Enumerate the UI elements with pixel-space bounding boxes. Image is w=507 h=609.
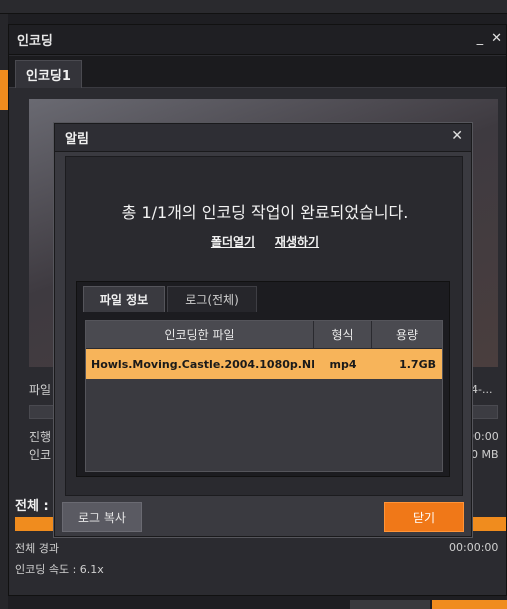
tab-log-all[interactable]: 로그(전체) <box>167 286 257 312</box>
window-controls: _ ✕ <box>477 31 502 46</box>
dialog-content: 총 1/1개의 인코딩 작업이 완료되었습니다. 폴더열기 재생하기 파일 정보… <box>65 156 463 496</box>
info-tabs: 파일 정보 로그(전체) <box>77 282 449 312</box>
dialog-links: 폴더열기 재생하기 <box>66 233 464 250</box>
dialog-titlebar: 알림 <box>55 124 471 152</box>
encoding-speed: 인코딩 속도 : 6.1x <box>15 563 104 576</box>
tab-encoding1[interactable]: 인코딩1 <box>15 60 82 88</box>
encoding-tabbar: 인코딩1 <box>9 56 506 88</box>
table-header: 인코딩한 파일 형식 용량 <box>86 321 442 349</box>
column-header-format[interactable]: 형식 <box>314 321 372 348</box>
close-icon[interactable]: ✕ <box>451 128 463 144</box>
table-row[interactable]: Howls.Moving.Castle.2004.1080p.NF.W... m… <box>86 349 442 379</box>
copy-log-button[interactable]: 로그 복사 <box>62 502 142 532</box>
progress-label: 진행 <box>29 430 52 444</box>
close-button[interactable]: 닫기 <box>384 502 464 532</box>
elapsed-label: 전체 경과 <box>15 542 59 555</box>
background-app-primary-button[interactable] <box>432 600 507 609</box>
file-name-value: 4-... <box>471 383 493 396</box>
background-app-accent <box>0 70 8 110</box>
open-folder-link[interactable]: 폴더열기 <box>211 235 255 249</box>
play-link[interactable]: 재생하기 <box>275 235 319 249</box>
file-label: 파일 <box>29 383 52 397</box>
window-close-icon[interactable]: ✕ <box>491 31 502 46</box>
column-header-size[interactable]: 용량 <box>372 321 442 348</box>
file-info-panel: 파일 정보 로그(전체) 인코딩한 파일 형식 용량 Howls.Moving.… <box>76 281 450 477</box>
background-app-button[interactable] <box>350 600 430 609</box>
size-value: 0 MB <box>471 448 499 461</box>
encoding-window-title: 인코딩 <box>17 34 53 49</box>
background-app-sidebar <box>0 14 8 609</box>
cell-format: mp4 <box>329 357 357 371</box>
tab-file-info[interactable]: 파일 정보 <box>83 286 165 312</box>
dialog-title: 알림 <box>65 132 89 147</box>
notice-dialog: 알림 ✕ 총 1/1개의 인코딩 작업이 완료되었습니다. 폴더열기 재생하기 … <box>54 123 472 537</box>
total-label: 전체 : <box>15 499 49 514</box>
column-header-file[interactable]: 인코딩한 파일 <box>86 321 314 348</box>
cell-size: 1.7GB <box>399 357 436 371</box>
encoding-window-titlebar: 인코딩 <box>9 25 506 55</box>
minimize-button[interactable]: _ <box>477 31 484 46</box>
encoding-label: 인코 <box>29 448 52 462</box>
elapsed-time: 00:00:00 <box>449 541 499 554</box>
encoded-files-table: 인코딩한 파일 형식 용량 Howls.Moving.Castle.2004.1… <box>85 320 443 472</box>
cell-file-name: Howls.Moving.Castle.2004.1080p.NF.W... <box>91 357 314 371</box>
completion-message: 총 1/1개의 인코딩 작업이 완료되었습니다. <box>121 203 409 222</box>
background-app-toolbar <box>0 0 507 14</box>
